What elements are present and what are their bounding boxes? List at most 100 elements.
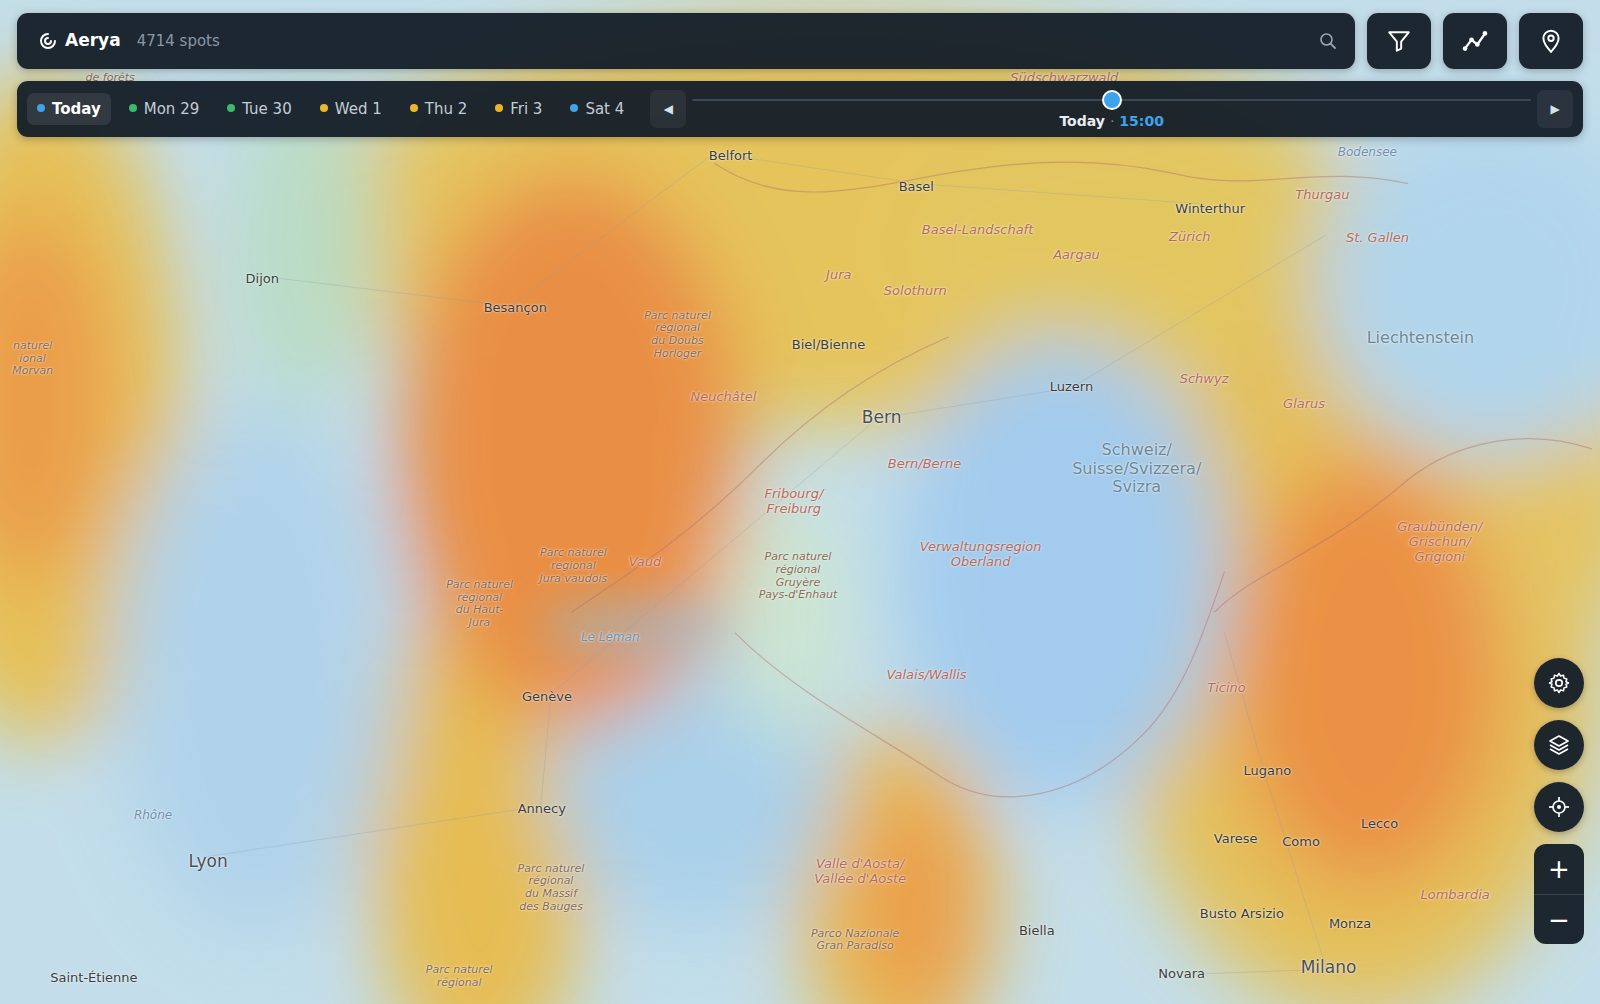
- map-label: Parc naturel régional du Massif des Baug…: [518, 862, 585, 913]
- day-dot: [495, 104, 503, 112]
- map-label: St. Gallen: [1346, 230, 1409, 245]
- map-label-text: Lombardia: [1420, 886, 1489, 901]
- day-tab[interactable]: Mon 29: [119, 93, 209, 126]
- day-label: Wed 1: [335, 100, 382, 118]
- map-label: Monza: [1329, 917, 1371, 932]
- map-label-text: Parc naturel régional Gruyère Pays-d'Enh…: [759, 550, 838, 601]
- map-label: Basel-Landschaft: [922, 222, 1033, 237]
- map-label-text: Biella: [1019, 922, 1055, 937]
- map-label: Lecco: [1361, 817, 1398, 832]
- map-label: Biella: [1019, 923, 1055, 938]
- map-label: Parc naturel régional du Doubs Horloger: [644, 309, 711, 360]
- map-label-text: Le Léman: [581, 630, 640, 644]
- map-label: Valle d'Aosta/ Vallée d'Aoste: [814, 857, 906, 887]
- map-label: Saint-Étienne: [50, 971, 137, 986]
- locate-button[interactable]: [1534, 782, 1584, 832]
- chart-icon: [1461, 27, 1489, 55]
- map-label: Vaud: [629, 555, 662, 570]
- map-label: Novara: [1158, 967, 1205, 982]
- map-label-text: Bodensee: [1338, 145, 1397, 159]
- search-icon[interactable]: [1319, 32, 1337, 50]
- zoom-in-button[interactable]: +: [1534, 844, 1584, 894]
- map-label: Lombardia: [1420, 887, 1489, 902]
- time-value: 15:00: [1119, 113, 1164, 129]
- slider-track[interactable]: [692, 99, 1531, 101]
- map-label: Verwaltungsregion Oberland: [920, 540, 1042, 570]
- map-label: Winterthur: [1175, 202, 1245, 217]
- map-label: Schweiz/ Suisse/Svizzera/ Svizra: [1072, 442, 1201, 497]
- day-tabs: TodayMon 29Tue 30 Wed 1 Thu 2 Fri 3 Sat 4: [27, 93, 634, 126]
- map-label: Liechtenstein: [1367, 329, 1474, 347]
- day-tab[interactable]: Fri 3: [485, 93, 552, 126]
- map-label: Parc naturel régional Jura vaudois: [540, 547, 608, 585]
- day-dot: [570, 104, 578, 112]
- map-label: Annecy: [518, 802, 566, 817]
- map-label: Parco Nazionale Gran Paradiso: [811, 928, 899, 953]
- filter-button[interactable]: [1367, 13, 1431, 69]
- map-label: Lugano: [1244, 764, 1292, 779]
- map-label: Rhône: [134, 809, 172, 823]
- zoom-control: + −: [1534, 844, 1584, 944]
- heatmap-layer: [0, 0, 1600, 1004]
- map-label: Jura: [826, 268, 851, 283]
- day-tab[interactable]: Today: [27, 93, 111, 126]
- map-label-text: Belfort: [709, 148, 753, 163]
- map-label-text: Lyon: [189, 851, 228, 871]
- map-label-text: Zürich: [1169, 228, 1211, 243]
- map-label-text: naturel ional Morvan: [12, 339, 53, 377]
- map-label-text: Varese: [1214, 830, 1258, 845]
- day-dot: [129, 104, 137, 112]
- layers-icon: [1547, 733, 1571, 757]
- location-button[interactable]: [1519, 13, 1583, 69]
- map-label: Le Léman: [581, 631, 640, 645]
- map-label: Varese: [1214, 831, 1258, 846]
- map-label-text: Dijon: [246, 270, 279, 285]
- previous-button[interactable]: ◀: [650, 90, 686, 128]
- zoom-out-button[interactable]: −: [1534, 894, 1584, 944]
- map-label-text: Vaud: [629, 554, 662, 569]
- map-label-text: Bern: [862, 408, 902, 428]
- map-label: Milano: [1301, 959, 1357, 979]
- map-label: Como: [1282, 834, 1320, 849]
- map-label: Bodensee: [1338, 146, 1397, 160]
- day-dot: [410, 104, 418, 112]
- chart-button[interactable]: [1443, 13, 1507, 69]
- day-label: Thu 2: [425, 100, 468, 118]
- next-button[interactable]: ▶: [1537, 90, 1573, 128]
- map-label: Valais/Wallis: [886, 668, 966, 683]
- map-label: Bern/Berne: [888, 457, 961, 472]
- map-label-text: Lecco: [1361, 816, 1398, 831]
- map-label-text: Parc naturel régional Jura vaudois: [540, 546, 608, 584]
- crosshair-icon: [1547, 795, 1571, 819]
- map-label: Parc naturel régional Gruyère Pays-d'Enh…: [759, 551, 838, 602]
- map-label-text: Parc naturel régional du Haut- Jura: [446, 578, 513, 629]
- map-label-text: Jura: [826, 267, 851, 282]
- map-label: Genève: [522, 689, 572, 704]
- time-separator: ·: [1110, 113, 1114, 129]
- map-label-text: Genève: [522, 688, 572, 703]
- layers-button[interactable]: [1534, 720, 1584, 770]
- map-label-text: Graubünden/ Grischun/ Grigioni: [1397, 518, 1482, 563]
- map-label-text: Parc naturel régional: [426, 964, 493, 990]
- map-label-text: Winterthur: [1175, 201, 1245, 216]
- day-tab[interactable]: Wed 1: [310, 93, 392, 126]
- map-label: Busto Arsizio: [1200, 907, 1284, 922]
- map-label-text: Annecy: [518, 801, 566, 816]
- map-label: Glarus: [1283, 397, 1325, 412]
- day-label: Fri 3: [510, 100, 542, 118]
- map-label-text: Glarus: [1283, 396, 1325, 411]
- weather-map[interactable]: de forêtsSüdschwarzwaldBelfortBaselBoden…: [0, 0, 1600, 1004]
- search-bar[interactable]: Aerya 4714 spots: [17, 13, 1355, 69]
- map-label-text: Basel: [899, 178, 934, 193]
- map-label-text: Monza: [1329, 916, 1371, 931]
- time-slider[interactable]: Today·15:00: [692, 81, 1531, 137]
- map-controls: + −: [1534, 658, 1584, 944]
- map-label: Solothurn: [884, 283, 947, 298]
- map-label: Fribourg/ Freiburg: [764, 487, 823, 517]
- day-tab[interactable]: Sat 4: [560, 93, 634, 126]
- slider-thumb[interactable]: [1102, 90, 1122, 110]
- day-tab[interactable]: Thu 2: [400, 93, 478, 126]
- day-tab[interactable]: Tue 30: [217, 93, 301, 126]
- settings-button[interactable]: [1534, 658, 1584, 708]
- logo-icon: [39, 32, 57, 50]
